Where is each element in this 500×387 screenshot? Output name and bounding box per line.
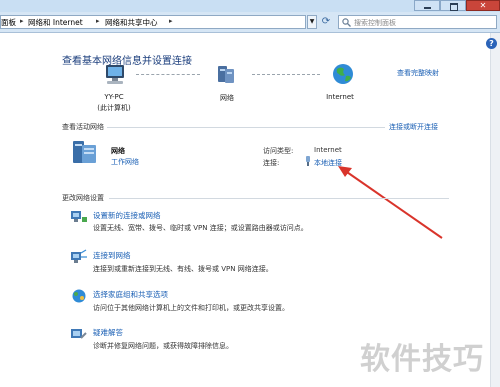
breadcrumb-control-panel[interactable]: 面板 [1, 17, 16, 28]
search-placeholder: 搜索控制面板 [354, 19, 396, 27]
network-type-link[interactable]: 工作网络 [111, 157, 139, 167]
connect-to-network-link[interactable]: 连接到网络 [93, 250, 131, 261]
breadcrumb-network-internet[interactable]: 网络和 Internet [28, 17, 83, 28]
troubleshoot-icon [71, 329, 87, 339]
computer-name-label: YY-PC [104, 93, 124, 101]
breadcrumb-network-sharing-center[interactable]: 网络和共享中心 [105, 17, 158, 28]
minimize-button[interactable] [414, 0, 440, 11]
access-type-value: Internet [314, 146, 342, 154]
troubleshoot-link[interactable]: 疑难解答 [93, 327, 123, 338]
search-icon [342, 18, 351, 27]
close-icon: ✕ [479, 1, 487, 10]
homegroup-sharing-desc: 访问位于其他网络计算机上的文件和打印机，或更改共享设置。 [93, 304, 289, 312]
maximize-button[interactable] [440, 0, 466, 11]
connection-label: 连接: [263, 159, 280, 167]
network-node-label: 网络 [220, 94, 234, 102]
refresh-icon[interactable]: ⟳ [319, 15, 333, 29]
local-connection-icon [306, 156, 310, 166]
close-button[interactable]: ✕ [466, 0, 500, 11]
globe-icon[interactable] [332, 63, 354, 85]
divider [107, 127, 385, 128]
computer-icon [106, 65, 124, 84]
connect-network-icon [71, 249, 87, 263]
address-bar: 面板 ▸ 网络和 Internet ▸ 网络和共享中心 ▸ ▼ ⟳ 搜索控制面板 [0, 12, 500, 33]
new-connection-icon [71, 211, 87, 222]
change-settings-header: 更改网络设置 [62, 194, 104, 202]
map-connector-line [136, 74, 200, 75]
breadcrumb-separator-icon[interactable]: ▸ [20, 17, 24, 25]
setup-connection-link[interactable]: 设置新的连接或网络 [93, 210, 161, 221]
connect-to-network-desc: 连接到或重新连接到无线、有线、拨号或 VPN 网络连接。 [93, 265, 273, 273]
troubleshoot-desc: 诊断并修复网络问题，或获得故障排除信息。 [93, 342, 233, 350]
map-connector-line [252, 74, 320, 75]
watermark-text: 软件技巧 [360, 342, 484, 377]
search-input[interactable]: 搜索控制面板 [338, 15, 497, 29]
scrollbar[interactable] [490, 33, 500, 387]
address-box[interactable]: 面板 ▸ 网络和 Internet ▸ 网络和共享中心 ▸ [0, 15, 306, 29]
breadcrumb-separator-icon[interactable]: ▸ [96, 17, 100, 25]
title-bar: ✕ [0, 0, 500, 12]
homegroup-sharing-link[interactable]: 选择家庭组和共享选项 [93, 289, 168, 300]
connect-disconnect-link[interactable]: 连接或断开连接 [389, 122, 438, 132]
setup-connection-desc: 设置无线、宽带、拨号、临时或 VPN 连接；或设置路由器或访问点。 [93, 224, 308, 232]
address-dropdown-button[interactable]: ▼ [307, 15, 317, 29]
homegroup-icon [72, 289, 86, 303]
computer-sub-label: (此计算机) [97, 104, 131, 112]
work-network-icon[interactable] [71, 139, 101, 165]
annotation-arrow [338, 166, 443, 239]
breadcrumb-separator-icon[interactable]: ▸ [169, 17, 173, 25]
see-full-map-link[interactable]: 查看完整映射 [397, 68, 439, 78]
access-type-label: 访问类型: [263, 147, 294, 155]
active-network-name: 网络 [111, 147, 125, 155]
divider [109, 198, 449, 199]
active-networks-header: 查看活动网络 [62, 123, 104, 131]
internet-node-label: Internet [326, 93, 354, 101]
help-icon[interactable]: ? [486, 38, 497, 49]
network-icon[interactable] [216, 65, 236, 85]
